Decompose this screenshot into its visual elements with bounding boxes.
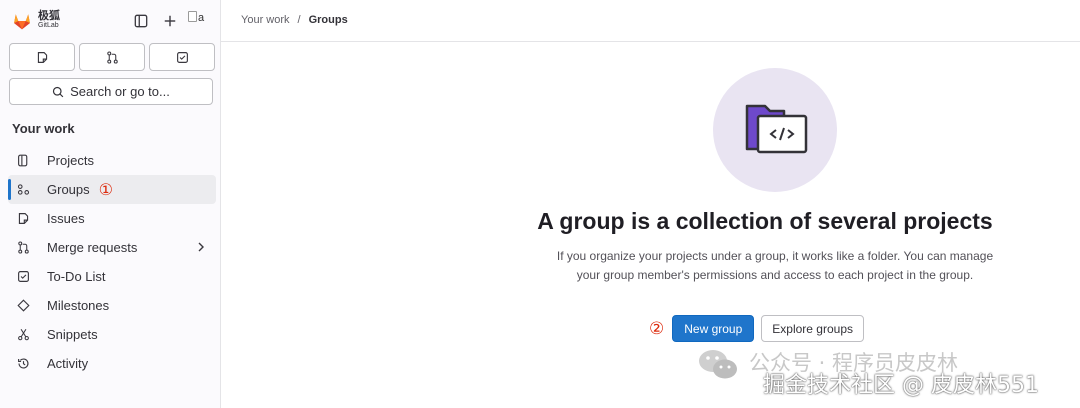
- empty-state-description: If you organize your projects under a gr…: [556, 249, 994, 282]
- watermark: 公众号 · 程序员皮皮林 掘金技术社区 @ 皮皮林551: [697, 345, 1077, 405]
- merge-request-icon: [106, 50, 118, 64]
- sidebar-item-label: Projects: [47, 153, 94, 168]
- user-avatar[interactable]: a: [188, 11, 212, 31]
- avatar-alt-text: a: [198, 12, 205, 24]
- merge-requests-button[interactable]: [79, 43, 145, 71]
- toggle-sidebar-icon[interactable]: [131, 11, 151, 31]
- sidebar-item-label: Merge requests: [47, 240, 138, 255]
- empty-state-title: A group is a collection of several proje…: [537, 208, 993, 234]
- explore-groups-button[interactable]: Explore groups: [761, 315, 864, 342]
- step-marker-2: ②: [649, 318, 665, 339]
- todo-icon: [176, 51, 188, 63]
- sidebar-item-issues[interactable]: Issues: [8, 204, 216, 233]
- header-divider: [221, 41, 1080, 42]
- search-icon: [53, 86, 64, 97]
- sidebar-item-todo-list[interactable]: To-Do List: [8, 262, 216, 291]
- breadcrumb-root[interactable]: Your work: [241, 14, 290, 26]
- issues-icon: [16, 212, 30, 226]
- sidebar-item-label: To-Do List: [47, 269, 106, 284]
- sidebar-header: 极狐 GitLab a: [0, 0, 221, 42]
- sidebar-item-label: Milestones: [47, 298, 110, 313]
- project-icon: [16, 154, 30, 168]
- empty-state-actions: ② New group Explore groups: [649, 315, 864, 342]
- todo-list-button[interactable]: [149, 43, 215, 71]
- group-icon: [16, 183, 30, 197]
- broken-image-icon: [188, 11, 197, 22]
- sidebar-item-snippets[interactable]: Snippets: [8, 320, 216, 349]
- search-label: Search or go to...: [70, 84, 170, 99]
- history-icon: [16, 357, 30, 371]
- chevron-right-icon: [196, 241, 206, 256]
- sidebar-item-label: Groups: [47, 182, 90, 197]
- brand-name[interactable]: 极狐 GitLab: [38, 9, 60, 30]
- todo-icon: [16, 270, 30, 284]
- breadcrumb-current[interactable]: Groups: [309, 14, 348, 26]
- brand-name-en: GitLab: [38, 22, 59, 29]
- sidebar-item-label: Issues: [47, 211, 85, 226]
- empty-state-illustration: [713, 68, 837, 192]
- step-marker-1: ①: [98, 180, 113, 199]
- sidebar-item-milestones[interactable]: Milestones: [8, 291, 216, 320]
- breadcrumb: Your work / Groups: [241, 14, 348, 26]
- sidebar-item-merge-requests[interactable]: Merge requests: [8, 233, 216, 262]
- plus-icon[interactable]: [160, 11, 180, 31]
- gitlab-logo-icon[interactable]: [12, 11, 32, 31]
- sidebar-item-activity[interactable]: Activity: [8, 349, 216, 378]
- sidebar-item-label: Activity: [47, 356, 89, 371]
- sidebar-item-label: Snippets: [47, 327, 98, 342]
- section-title: Your work: [12, 121, 75, 136]
- watermark-line-2: 掘金技术社区 @ 皮皮林551: [763, 373, 1039, 398]
- wechat-logo-icon: [699, 350, 737, 379]
- sidebar: 极狐 GitLab a Search or go to... Your work…: [0, 0, 221, 408]
- merge-request-icon: [16, 241, 30, 255]
- sidebar-item-projects[interactable]: Projects: [8, 146, 216, 175]
- quick-actions: [9, 43, 215, 71]
- search-button[interactable]: Search or go to...: [9, 78, 213, 105]
- folder-code-icon: [745, 104, 808, 154]
- issues-icon: [37, 51, 47, 63]
- assigned-issues-button[interactable]: [9, 43, 75, 71]
- new-group-button[interactable]: New group: [672, 315, 755, 342]
- milestone-icon: [16, 299, 30, 313]
- sidebar-nav: Projects Groups ① Issues Merge requests …: [8, 146, 216, 378]
- breadcrumb-separator: /: [297, 14, 301, 26]
- snippet-icon: [16, 328, 30, 342]
- brand-name-zh: 极狐: [38, 9, 60, 22]
- sidebar-item-groups[interactable]: Groups ①: [8, 175, 216, 204]
